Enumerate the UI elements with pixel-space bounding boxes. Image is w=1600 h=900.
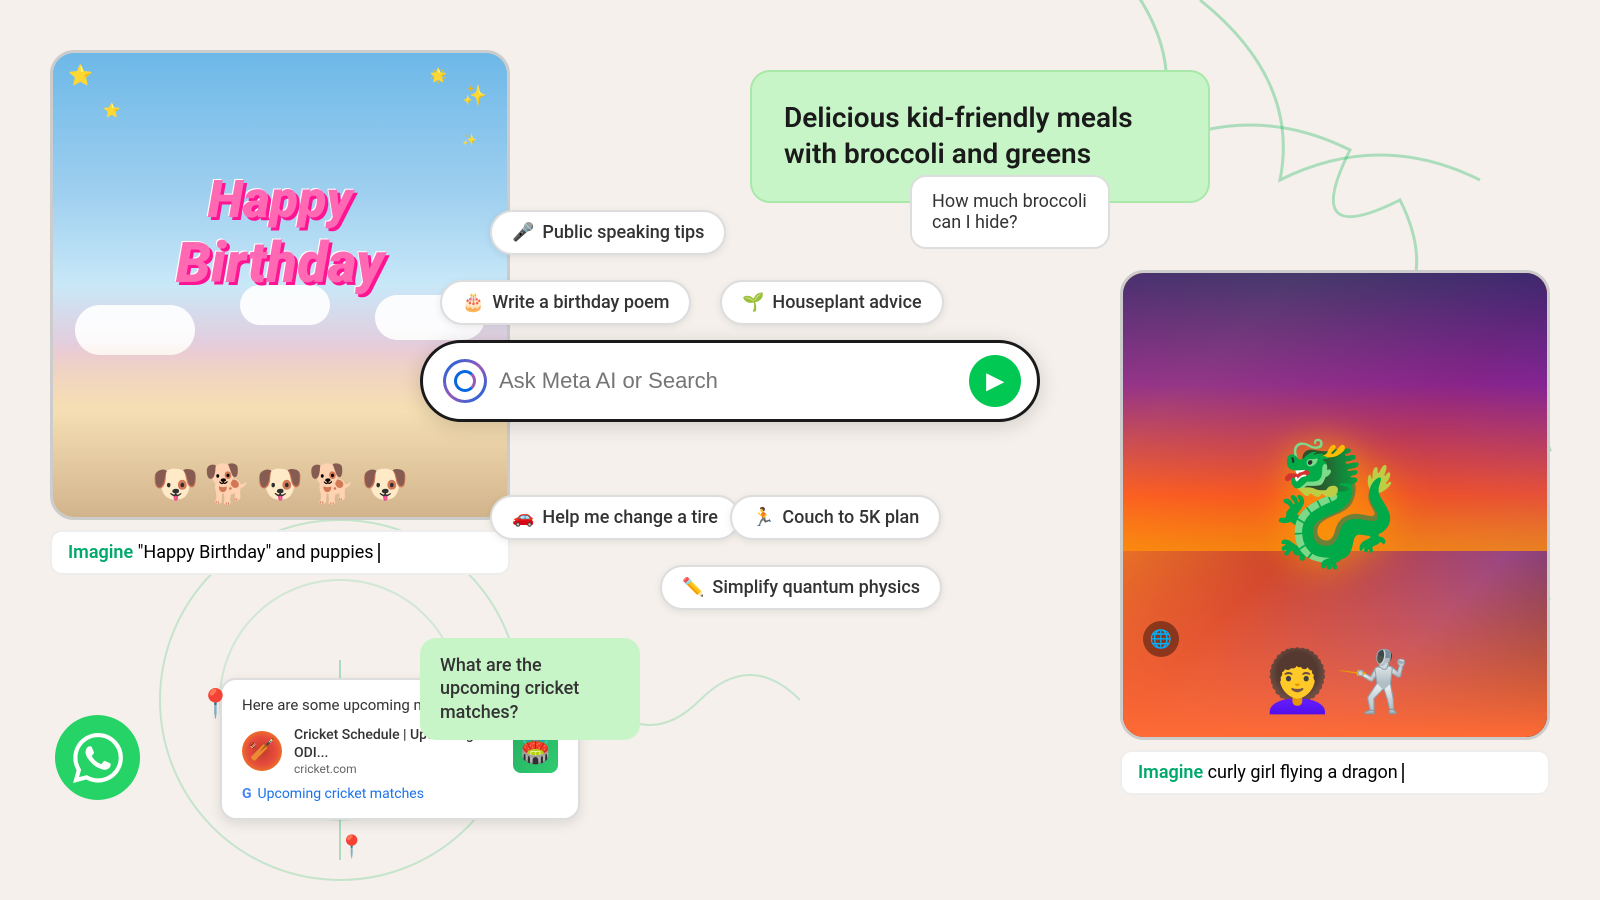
- pill-change-tire[interactable]: 🚗 Help me change a tire: [490, 495, 740, 540]
- dragon-girl: 👩‍🦱🤺: [1260, 646, 1409, 717]
- search-input[interactable]: [499, 368, 957, 394]
- puppy: 🐶: [361, 463, 408, 507]
- cricket-google-link[interactable]: G Upcoming cricket matches: [242, 786, 558, 802]
- star-decoration: ⭐: [68, 63, 93, 87]
- pill-label: Simplify quantum physics: [712, 577, 920, 598]
- star-decoration: ✨: [462, 133, 477, 147]
- pill-emoji: 🚗: [512, 507, 534, 528]
- pill-houseplant[interactable]: 🌱 Houseplant advice: [720, 280, 944, 325]
- dragon-card: 🐉 👩‍🦱🤺 🌐: [1120, 270, 1550, 740]
- location-pin-2: 📍: [338, 835, 365, 860]
- search-bar-container: ▶: [420, 340, 1040, 422]
- dragon-image: 🐉: [1260, 435, 1409, 575]
- whatsapp-svg: [73, 733, 123, 783]
- location-pin-1: 📍: [198, 687, 233, 720]
- pill-label: Public speaking tips: [542, 222, 704, 243]
- happy-text: Happy: [176, 169, 384, 230]
- pill-label: Houseplant advice: [772, 292, 921, 313]
- meta-ai-icon: [443, 359, 487, 403]
- birthday-title: Happy Birthday: [176, 169, 384, 296]
- cricket-result-url: cricket.com: [294, 762, 501, 776]
- main-container: ⭐ ✨ ⭐ 🌟 ✨ Happy Birthday 🐶 🐕 🐶 🐕 🐶 Imagi…: [0, 0, 1600, 900]
- pill-emoji: 🎂: [462, 292, 484, 313]
- puppy: 🐶: [152, 463, 199, 507]
- imagine-label: Imagine: [68, 542, 133, 563]
- pill-couch-5k[interactable]: 🏃 Couch to 5K plan: [730, 495, 941, 540]
- text-cursor: [1402, 763, 1404, 783]
- pill-emoji: 🎤: [512, 222, 534, 243]
- puppy: 🐶: [256, 463, 303, 507]
- pill-label: Write a birthday poem: [492, 292, 669, 313]
- birthday-text2: Birthday: [176, 230, 384, 296]
- watermark-icon: 🌐: [1143, 621, 1179, 657]
- pill-label: Couch to 5K plan: [782, 507, 919, 528]
- text-cursor: [378, 543, 380, 563]
- broccoli-text: How much broccoli can I hide?: [932, 191, 1087, 233]
- cricket-question-bubble: What are the upcoming cricket matches?: [420, 638, 640, 740]
- star-decoration: ✨: [462, 83, 487, 107]
- puppy: 🐕: [309, 463, 356, 507]
- pill-public-speaking[interactable]: 🎤 Public speaking tips: [490, 210, 726, 255]
- star-decoration: ⭐: [103, 103, 120, 119]
- imagine-caption-birthday: Imagine "Happy Birthday" and puppies: [50, 530, 510, 575]
- pill-emoji: 🏃: [752, 507, 774, 528]
- birthday-card: ⭐ ✨ ⭐ 🌟 ✨ Happy Birthday 🐶 🐕 🐶 🐕 🐶: [50, 50, 510, 520]
- puppy: 🐕: [204, 463, 251, 507]
- imagine-text-birthday: "Happy Birthday" and puppies: [138, 542, 374, 563]
- cricket-logo: 🏏: [242, 731, 282, 771]
- search-submit-button[interactable]: ▶: [969, 355, 1021, 407]
- imagine-label-dragon: Imagine: [1138, 762, 1203, 783]
- pill-simplify-quantum[interactable]: ✏️ Simplify quantum physics: [660, 565, 942, 610]
- pill-birthday-poem[interactable]: 🎂 Write a birthday poem: [440, 280, 691, 325]
- send-icon: ▶: [987, 368, 1004, 394]
- pill-emoji: ✏️: [682, 577, 704, 598]
- imagine-caption-dragon: Imagine curly girl flying a dragon: [1120, 750, 1550, 795]
- kid-friendly-text: Delicious kid-friendly meals with brocco…: [784, 101, 1133, 170]
- search-bar: ▶: [420, 340, 1040, 422]
- star-decoration: 🌟: [430, 68, 447, 84]
- pill-emoji: 🌱: [742, 292, 764, 313]
- pill-label: Help me change a tire: [542, 507, 717, 528]
- cricket-question-text: What are the upcoming cricket matches?: [440, 655, 579, 723]
- whatsapp-icon[interactable]: [55, 715, 140, 800]
- google-icon: G: [242, 786, 252, 802]
- imagine-text-dragon: curly girl flying a dragon: [1208, 762, 1398, 783]
- cricket-google-link-text: Upcoming cricket matches: [258, 786, 424, 802]
- meta-ai-inner-ring: [454, 370, 476, 392]
- broccoli-question-bubble: How much broccoli can I hide?: [910, 175, 1110, 249]
